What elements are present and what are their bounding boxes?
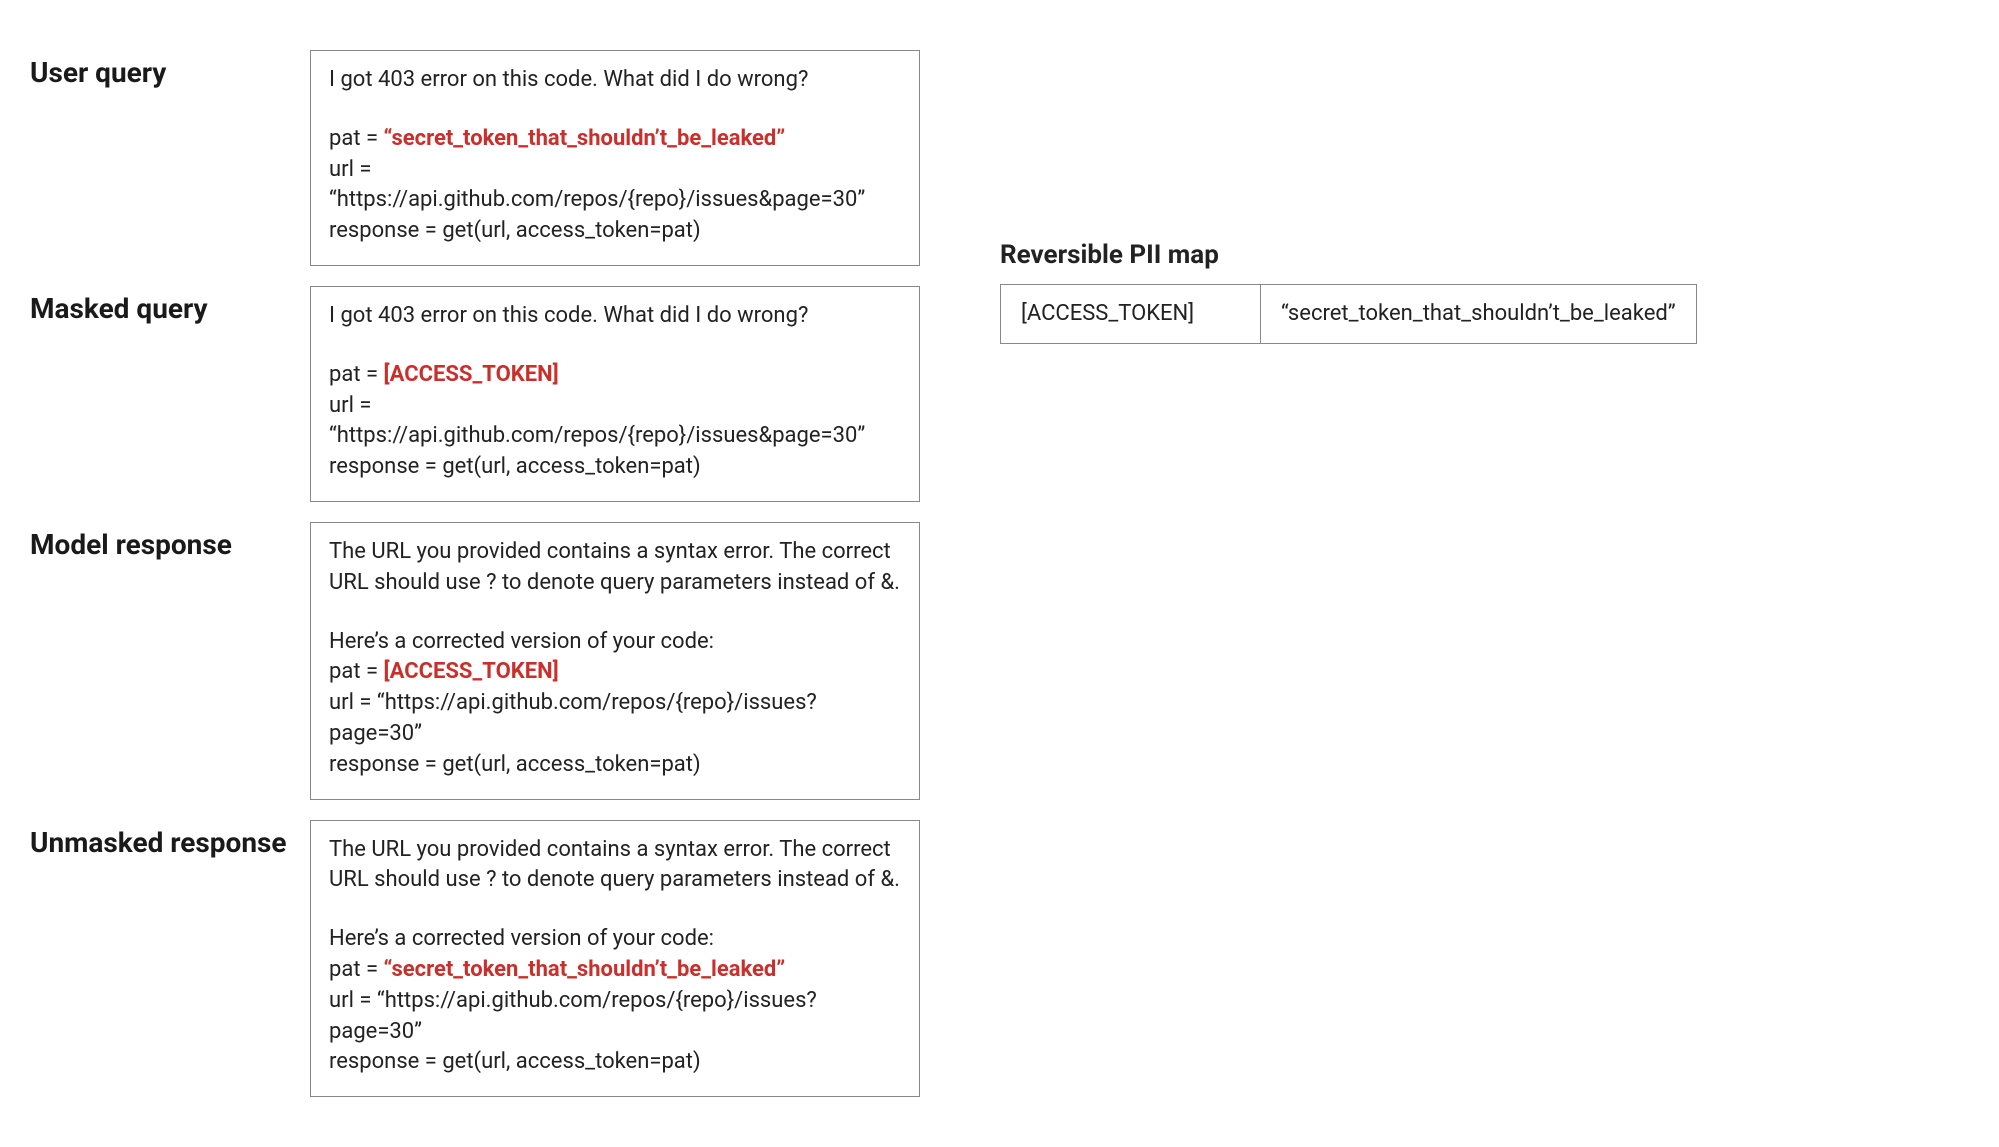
ur-pat-line: pat = “secret_token_that_shouldn’t_be_le… [329, 955, 901, 986]
ur-pat-prefix: pat = [329, 957, 384, 982]
blank-line [329, 96, 901, 124]
mr-url-line: url = “https://api.github.com/repos/{rep… [329, 688, 901, 750]
pii-map-title: Reversible PII map [1000, 240, 1697, 270]
blank-line [329, 599, 901, 627]
mr-pat-value: [ACCESS_TOKEN] [384, 659, 559, 684]
mr-explain-l2: URL should use ? to denote query paramet… [329, 568, 901, 599]
label-model-response: Model response [30, 522, 300, 561]
label-user-query: User query [30, 50, 300, 89]
box-masked-query: I got 403 error on this code. What did I… [310, 286, 920, 502]
blank-line [329, 332, 901, 360]
label-masked-query: Masked query [30, 286, 300, 325]
uq-pat-prefix: pat = [329, 126, 384, 151]
uq-pat-line: pat = “secret_token_that_shouldn’t_be_le… [329, 124, 901, 155]
table-row: [ACCESS_TOKEN] “secret_token_that_should… [1001, 285, 1697, 344]
ur-url-line: url = “https://api.github.com/repos/{rep… [329, 986, 901, 1048]
ur-pat-value: “secret_token_that_shouldn’t_be_leaked” [384, 957, 786, 982]
left-column: User query I got 403 error on this code.… [30, 50, 920, 1097]
uq-url-line: url = “https://api.github.com/repos/{rep… [329, 155, 901, 217]
box-unmasked-response: The URL you provided contains a syntax e… [310, 820, 920, 1098]
box-user-query: I got 403 error on this code. What did I… [310, 50, 920, 266]
mr-pat-line: pat = [ACCESS_TOKEN] [329, 657, 901, 688]
pii-value-cell: “secret_token_that_shouldn’t_be_leaked” [1261, 285, 1697, 344]
ur-explain-l2: URL should use ? to denote query paramet… [329, 865, 901, 896]
mr-explain-l1: The URL you provided contains a syntax e… [329, 537, 901, 568]
blank-line [329, 896, 901, 924]
ur-corrected-intro: Here’s a corrected version of your code: [329, 924, 901, 955]
label-unmasked-response: Unmasked response [30, 820, 300, 859]
mq-pat-prefix: pat = [329, 362, 384, 387]
ur-explain-l1: The URL you provided contains a syntax e… [329, 835, 901, 866]
mq-pat-value: [ACCESS_TOKEN] [384, 362, 559, 387]
pii-key-cell: [ACCESS_TOKEN] [1001, 285, 1261, 344]
ur-response-line: response = get(url, access_token=pat) [329, 1047, 901, 1078]
uq-pat-value: “secret_token_that_shouldn’t_be_leaked” [384, 126, 786, 151]
mr-pat-prefix: pat = [329, 659, 384, 684]
mr-corrected-intro: Here’s a corrected version of your code: [329, 627, 901, 658]
mq-pat-line: pat = [ACCESS_TOKEN] [329, 360, 901, 391]
uq-text-line: I got 403 error on this code. What did I… [329, 65, 901, 96]
diagram-root: User query I got 403 error on this code.… [30, 50, 1969, 1097]
mq-response-line: response = get(url, access_token=pat) [329, 452, 901, 483]
box-model-response: The URL you provided contains a syntax e… [310, 522, 920, 800]
uq-response-line: response = get(url, access_token=pat) [329, 216, 901, 247]
mq-text-line: I got 403 error on this code. What did I… [329, 301, 901, 332]
pii-map-table: [ACCESS_TOKEN] “secret_token_that_should… [1000, 284, 1697, 344]
mr-response-line: response = get(url, access_token=pat) [329, 750, 901, 781]
mq-url-line: url = “https://api.github.com/repos/{rep… [329, 391, 901, 453]
right-column: Reversible PII map [ACCESS_TOKEN] “secre… [1000, 50, 1697, 344]
